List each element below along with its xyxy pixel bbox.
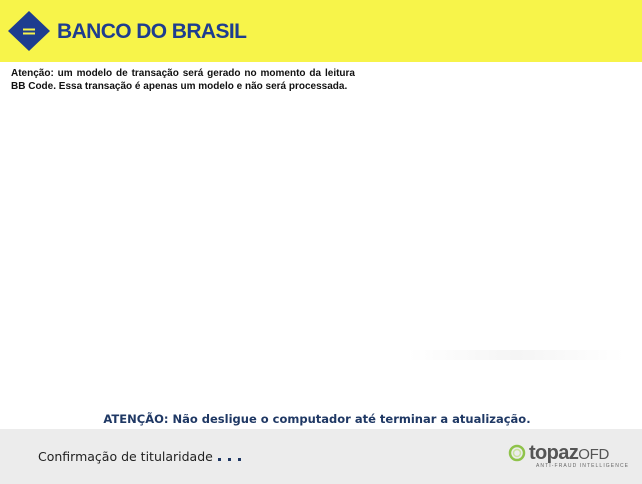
header-bar: BANCO DO BRASIL: [0, 0, 642, 62]
loading-dots-icon: [217, 449, 241, 461]
footer-bar: Confirmação de titularidade topazOFD ANT…: [0, 429, 642, 484]
bank-logo-text: BANCO DO BRASIL: [57, 19, 247, 43]
transaction-notice: Atenção: um modelo de transação será ger…: [11, 68, 355, 92]
topaz-brand-logo: topazOFD ANTI-FRAUD INTELLIGENCE: [508, 442, 628, 472]
divider: [408, 350, 624, 360]
topaz-brand-name-bold: topaz: [529, 442, 579, 464]
topaz-brand-name-suffix: OFD: [578, 446, 609, 463]
loading-dot: [227, 458, 231, 461]
power-off-warning: ATENÇÃO: Não desligue o computador até t…: [103, 412, 531, 426]
banco-do-brasil-logo-icon: [8, 11, 50, 51]
bank-logo: BANCO DO BRASIL: [8, 11, 247, 51]
loading-dot: [237, 458, 241, 461]
topaz-ring-icon: [508, 444, 526, 462]
loading-dot: [217, 458, 221, 461]
status-text: Confirmação de titularidade: [38, 449, 213, 464]
status-indicator: Confirmação de titularidade: [38, 449, 241, 464]
topaz-tagline: ANTI-FRAUD INTELLIGENCE: [536, 463, 630, 469]
